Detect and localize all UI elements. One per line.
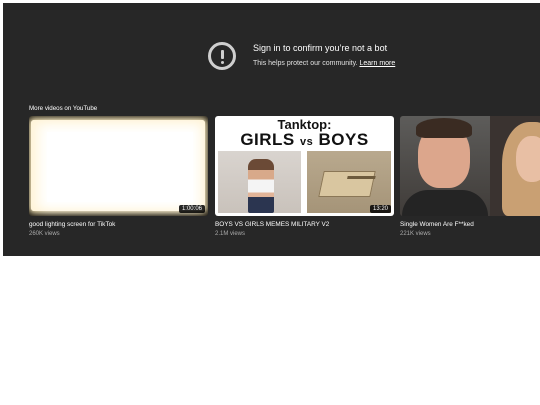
video-title[interactable]: BOYS VS GIRLS MEMES MILITARY V2: [215, 221, 329, 228]
learn-more-link[interactable]: Learn more: [359, 60, 395, 67]
thumbnail-girls-text: GIRLS: [240, 130, 295, 149]
video-thumbnail[interactable]: [400, 116, 540, 216]
thumbnail-photo-tank: [307, 151, 391, 213]
video-thumbnail[interactable]: 1:00:06: [29, 116, 208, 216]
alert-circle-icon: [208, 42, 236, 70]
thumbnail-caption-main: GIRLS vs BOYS: [215, 130, 394, 150]
signin-subtitle-text: This helps protect our community.: [253, 60, 360, 67]
thumbnail-vs-text: vs: [300, 136, 314, 148]
thumbnail-photo-girl: [218, 151, 301, 213]
more-videos-title: More videos on YouTube: [29, 105, 98, 112]
video-card[interactable]: Tanktop: GIRLS vs BOYS 13:20 BOYS VS GIR…: [215, 116, 394, 239]
signin-prompt: Sign in to confirm you’re not a bot This…: [208, 42, 488, 82]
signin-title: Sign in to confirm you’re not a bot: [253, 43, 388, 53]
thumbnail-boys-text: BOYS: [318, 130, 369, 149]
video-views: 221K views: [400, 231, 431, 237]
video-title[interactable]: good lighting screen for TikTok: [29, 221, 115, 228]
signin-subtitle: This helps protect our community. Learn …: [253, 60, 395, 67]
video-card[interactable]: Single Women Are F**ked 221K views: [400, 116, 540, 239]
video-views: 2.1M views: [215, 231, 246, 237]
lighting-frame: [31, 120, 205, 211]
video-card[interactable]: 1:00:06 good lighting screen for TikTok …: [29, 116, 208, 239]
video-player: Sign in to confirm you’re not a bot This…: [3, 3, 540, 256]
duration-badge: 13:20: [369, 205, 391, 213]
duration-badge: 1:00:06: [178, 205, 205, 213]
video-title[interactable]: Single Women Are F**ked: [400, 221, 474, 228]
video-thumbnail[interactable]: Tanktop: GIRLS vs BOYS 13:20: [215, 116, 394, 216]
video-views: 260K views: [29, 231, 60, 237]
